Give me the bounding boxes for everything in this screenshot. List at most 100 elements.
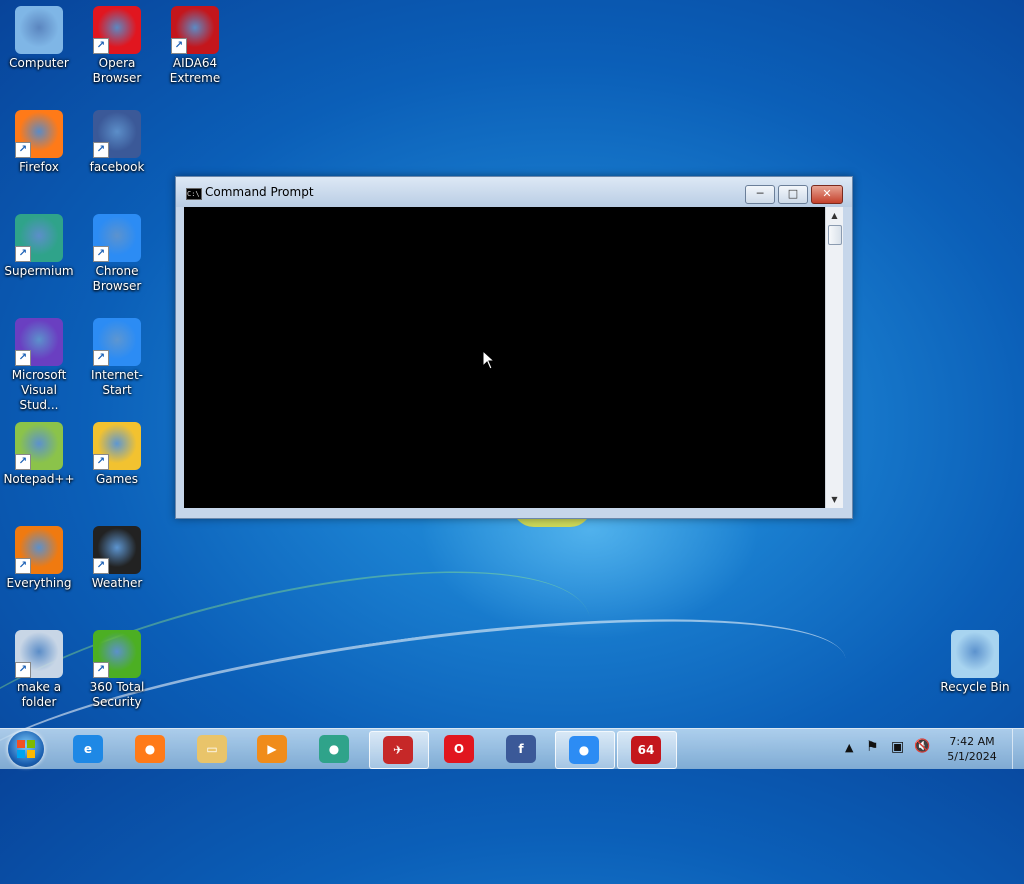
shortcut-arrow-icon: ↗ <box>15 662 31 678</box>
show-desktop-button[interactable] <box>1012 729 1024 769</box>
taskbar-file-explorer[interactable]: ▭ <box>184 731 242 767</box>
desktop-icon-label: Supermium <box>4 264 74 278</box>
games-icon: ↗ <box>93 422 141 470</box>
window-title: Command Prompt <box>205 185 314 199</box>
taskbar-supermium[interactable]: ● <box>306 731 364 767</box>
weather-icon: ↗ <box>93 526 141 574</box>
media-player-icon: ▶ <box>257 735 287 763</box>
desktop-icon-label: Computer <box>9 56 69 70</box>
desktop-icon-notepadpp[interactable]: ↗ Notepad++ <box>0 422 78 487</box>
taskbar-firefox[interactable]: ● <box>122 731 180 767</box>
show-hidden-icons-icon[interactable]: ▲ <box>845 741 853 781</box>
clock-time: 7:42 AM <box>949 735 995 748</box>
desktop-icon-visual-studio[interactable]: ↗ Microsoft Visual Stud... <box>0 318 78 413</box>
recycle-bin-icon <box>951 630 999 678</box>
shortcut-arrow-icon: ↗ <box>93 662 109 678</box>
desktop-icon-label: Internet-Start <box>91 368 143 397</box>
firefox-icon: ↗ <box>15 110 63 158</box>
facebook-icon: ↗ <box>93 110 141 158</box>
desktop-icon-label: facebook <box>89 160 145 174</box>
desktop-icon-label: Notepad++ <box>3 472 75 486</box>
desktop-icon-chrome[interactable]: ↗ Internet-Start <box>78 318 156 398</box>
console-output[interactable] <box>184 207 825 508</box>
taskbar-facebook[interactable]: f <box>493 731 551 767</box>
shortcut-arrow-icon: ↗ <box>93 142 109 158</box>
shortcut-arrow-icon: ↗ <box>15 558 31 574</box>
command-prompt-window[interactable]: C:\ Command Prompt ─ □ ✕ ▲ ▼ <box>175 176 853 519</box>
desktop-icon-supermium[interactable]: ↗ Supermium <box>0 214 78 279</box>
desktop-icon-label: Microsoft Visual Stud... <box>11 368 67 412</box>
taskbar-media-player[interactable]: ▶ <box>244 731 302 767</box>
supermium-icon: ● <box>319 735 349 763</box>
system-clock[interactable]: 7:42 AM 5/1/2024 <box>937 734 1007 764</box>
scroll-down-icon[interactable]: ▼ <box>826 491 843 508</box>
facebook-icon: f <box>506 735 536 763</box>
opera-icon: O <box>444 735 474 763</box>
shortcut-arrow-icon: ↗ <box>93 246 109 262</box>
window-titlebar[interactable]: C:\ Command Prompt ─ □ ✕ <box>176 177 852 207</box>
minimize-button[interactable]: ─ <box>745 185 775 204</box>
vertical-scrollbar[interactable]: ▲ ▼ <box>825 207 843 508</box>
desktop-icon-opera[interactable]: ↗ Opera Browser <box>78 6 156 86</box>
visual-studio-icon: ↗ <box>15 318 63 366</box>
desktop-icon-firefox[interactable]: ↗ Firefox <box>0 110 78 175</box>
shortcut-arrow-icon: ↗ <box>171 38 187 54</box>
shortcut-arrow-icon: ↗ <box>15 350 31 366</box>
taskbar-internet-explorer[interactable]: e <box>60 731 118 767</box>
desktop-icon-facebook[interactable]: ↗ facebook <box>78 110 156 175</box>
desktop-icon-label: AIDA64 Extreme <box>169 56 221 85</box>
internet-explorer-icon: e <box>73 735 103 763</box>
taskbar-aida64[interactable]: 64 <box>617 731 677 769</box>
supermium-icon: ↗ <box>15 214 63 262</box>
scroll-thumb[interactable] <box>828 225 842 245</box>
desktop-icon-weather[interactable]: ↗ Weather <box>78 526 156 591</box>
desktop-icon-chrome[interactable]: ↗ Chrone Browser <box>78 214 156 294</box>
opera-icon: ↗ <box>93 6 141 54</box>
scroll-up-icon[interactable]: ▲ <box>826 207 843 224</box>
chrome-icon: ↗ <box>93 318 141 366</box>
shortcut-arrow-icon: ↗ <box>93 558 109 574</box>
desktop-icon-label: Games <box>96 472 138 486</box>
desktop-icon-label: Opera Browser <box>92 56 142 85</box>
clock-date: 5/1/2024 <box>947 750 997 763</box>
firefox-icon: ● <box>135 735 165 763</box>
file-explorer-icon: ▭ <box>197 735 227 763</box>
taskbar-opera[interactable]: O <box>431 731 489 767</box>
taskbar-command-prompt[interactable]: ✈ <box>369 731 429 769</box>
start-button[interactable] <box>8 731 44 767</box>
action-center-flag-icon[interactable]: ⚑ <box>866 739 879 779</box>
desktop-icon-label: Weather <box>91 576 143 590</box>
desktop-icon-label: Recycle Bin <box>940 680 1010 694</box>
computer-icon <box>15 6 63 54</box>
shortcut-arrow-icon: ↗ <box>93 350 109 366</box>
desktop-icon-security[interactable]: ↗ 360 Total Security <box>78 630 156 710</box>
windows-logo-icon <box>17 740 35 758</box>
desktop-icon-aida64[interactable]: ↗ AIDA64 Extreme <box>156 6 234 86</box>
desktop-icon-label: Chrone Browser <box>92 264 142 293</box>
chrome-icon: ● <box>569 736 599 764</box>
shortcut-arrow-icon: ↗ <box>15 246 31 262</box>
everything-icon: ↗ <box>15 526 63 574</box>
desktop-icon-recycle-bin[interactable]: Recycle Bin <box>936 630 1014 695</box>
cmd-app-icon[interactable]: C:\ <box>186 188 202 200</box>
notepadpp-icon: ↗ <box>15 422 63 470</box>
desktop-icon-label: make a folder <box>16 680 62 709</box>
volume-muted-icon[interactable]: 🔇 <box>914 739 930 779</box>
desktop-icon-label: Everything <box>6 576 72 590</box>
shortcut-arrow-icon: ↗ <box>15 142 31 158</box>
taskbar-chrome[interactable]: ● <box>555 731 615 769</box>
desktop-icon-games[interactable]: ↗ Games <box>78 422 156 487</box>
shortcut-arrow-icon: ↗ <box>15 454 31 470</box>
chrome-icon: ↗ <box>93 214 141 262</box>
close-button[interactable]: ✕ <box>811 185 843 204</box>
desktop-icon-settings[interactable]: ↗ make a folder <box>0 630 78 710</box>
desktop-icon-label: Firefox <box>19 160 59 174</box>
desktop-icon-everything[interactable]: ↗ Everything <box>0 526 78 591</box>
aida64-icon: ↗ <box>171 6 219 54</box>
network-icon[interactable]: ▣ <box>891 739 904 779</box>
maximize-button[interactable]: □ <box>778 185 808 204</box>
aida64-icon: 64 <box>631 736 661 764</box>
desktop-icon-label: 360 Total Security <box>89 680 145 709</box>
command-prompt-icon: ✈ <box>383 736 413 764</box>
desktop-icon-computer[interactable]: Computer <box>0 6 78 71</box>
